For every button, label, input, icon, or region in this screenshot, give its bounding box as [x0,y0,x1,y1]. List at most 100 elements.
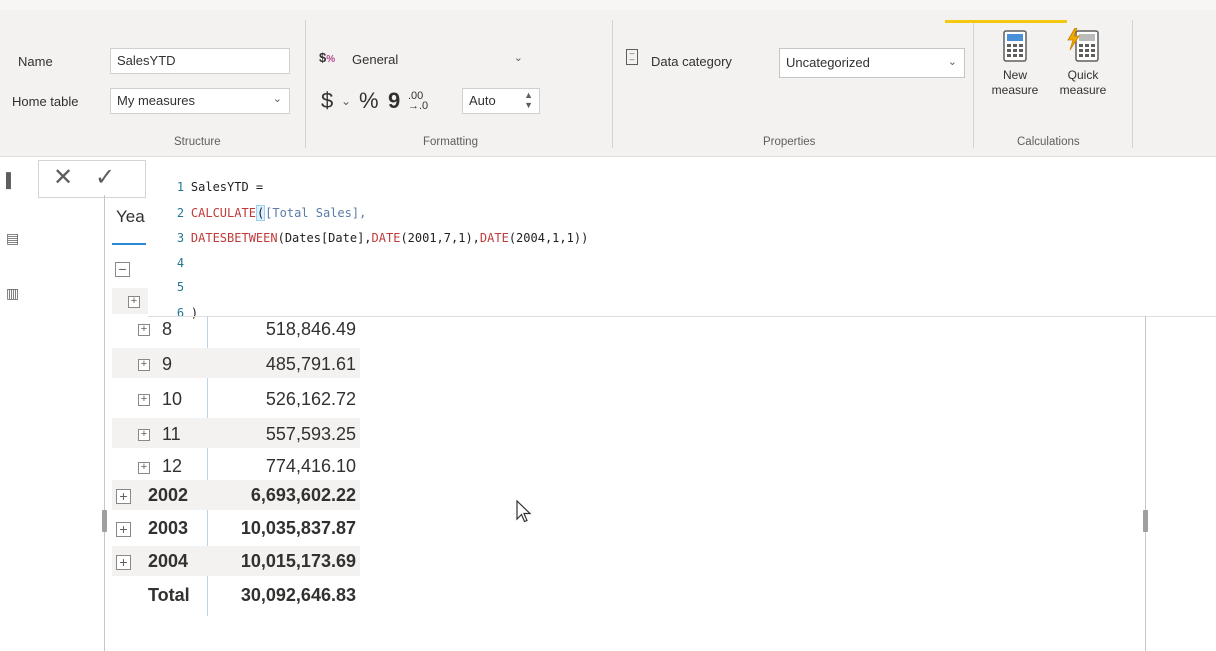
code-text: (2001,7,1), [400,231,480,245]
active-tab-indicator [945,20,1067,23]
expand-icon[interactable]: + [128,296,140,308]
row-value: 6,693,602.22 [250,485,356,505]
code-line-4: 4 [148,242,191,270]
structure-group-label: Structure [174,136,221,148]
row-value: 10,035,837.87 [240,518,356,538]
group-divider [1132,20,1133,148]
row-value: 10,015,173.69 [240,551,356,571]
function-name: DATE [371,231,401,245]
format-icon: $% [319,50,336,65]
code-line-1: 1 SalesYTD = [148,166,263,194]
chevron-down-icon: ⌄ [513,52,523,64]
function-name: DATESBETWEEN [190,231,278,245]
formatting-group-label: Formatting [423,136,478,148]
commit-icon[interactable]: ✓ [95,163,115,192]
code-text: (2004,1,1)) [508,231,589,245]
expand-icon[interactable]: + [116,489,131,504]
visual-border [104,195,105,651]
matrix-column-header-year[interactable]: Yea [116,207,145,227]
row-value: 557,593.25 [265,424,356,444]
format-value: General [352,52,399,67]
data-category-icon: – – [626,49,638,65]
expand-icon[interactable]: + [138,429,150,441]
resize-handle-right[interactable] [1143,510,1148,532]
row-label: 8 [162,319,173,339]
new-measure-label-1: New [1002,68,1027,82]
row-value: 518,846.49 [265,319,356,339]
format-dropdown[interactable]: General ⌄ [346,48,530,74]
total-value: 30,092,646.83 [240,585,356,605]
chevron-down-icon[interactable]: ⌄ [341,94,351,108]
row-label: 2004 [148,551,189,571]
code-line-3: 3 DATESBETWEEN(Dates[Date],DATE(2001,7,1)… [148,217,588,245]
data-category-label: Data category [651,54,732,69]
code-line-6: 6) [148,292,198,320]
mouse-cursor-icon [516,500,532,523]
row-label: 2003 [148,518,189,538]
code-line-2: 2 CALCULATE([Total Sales], [148,192,366,221]
function-name: DATE [479,231,509,245]
new-measure-button[interactable]: New measure [985,30,1045,98]
quick-measure-icon [1067,28,1099,62]
currency-button[interactable]: $ [321,88,333,114]
row-value: 774,416.10 [265,456,356,476]
calculator-icon [1003,30,1027,62]
code-text: (Dates[Date], [277,231,372,245]
expand-icon[interactable]: + [138,394,150,406]
decimal-places-value: Auto [469,93,496,108]
row-label: 2002 [148,485,189,505]
row-label: 11 [162,424,181,444]
row-label: 10 [162,389,183,409]
data-view-icon[interactable]: ▤ [6,230,19,247]
properties-group-label: Properties [763,136,816,148]
chevron-down-icon: ⌄ [272,93,282,105]
model-view-icon[interactable]: ▥ [6,285,19,302]
code-text: ) [190,306,199,320]
data-category-value: Uncategorized [786,55,870,70]
resize-handle-left[interactable] [102,510,107,532]
header-underline [112,243,146,245]
new-measure-label-2: measure [991,83,1039,97]
data-category-dropdown[interactable]: Uncategorized ⌄ [779,48,965,78]
formula-bar-buttons: ✕ ✓ [38,160,146,198]
decrease-decimal-icon[interactable]: .00 →.0 [408,91,428,112]
expand-icon[interactable]: + [116,522,131,537]
row-value: 485,791.61 [265,354,356,374]
name-input-value: SalesYTD [117,53,176,68]
expand-icon[interactable]: + [138,324,150,336]
total-label: Total [148,585,190,605]
quick-measure-label-2: measure [1059,83,1107,97]
quick-measure-label-1: Quick [1067,68,1099,82]
percent-button[interactable]: % [359,88,379,114]
visual-border [1145,316,1146,651]
collapse-icon[interactable]: − [115,262,130,277]
expand-icon[interactable]: + [138,462,150,474]
home-table-label: Home table [12,94,79,109]
quick-measure-button[interactable]: Quick measure [1045,28,1121,98]
group-divider [973,20,974,148]
home-table-dropdown[interactable]: My measures ⌄ [110,88,290,114]
home-table-value: My measures [117,93,196,108]
decimal-places-stepper[interactable]: Auto ▲ ▼ [462,88,540,114]
ribbon-top-strip [0,0,1216,10]
line-number: 6 [176,306,185,320]
expand-icon[interactable]: + [116,555,131,570]
report-view-icon[interactable]: ▌ [6,172,16,188]
chevron-down-icon: ⌄ [947,56,957,68]
row-value: 526,162.72 [265,389,356,409]
expand-icon[interactable]: + [138,359,150,371]
row-label: 12 [162,456,183,476]
name-input[interactable]: SalesYTD [110,48,290,74]
calculations-group-label: Calculations [1017,136,1080,148]
editor-bottom-border [148,316,1216,317]
name-label: Name [18,54,53,69]
ribbon: Name SalesYTD Home table My measures ⌄ S… [0,0,1216,157]
dax-formula-editor[interactable]: 1 SalesYTD = 2 CALCULATE([Total Sales], 3D… [148,164,1148,320]
spinner-icon[interactable]: ▲ ▼ [524,90,533,110]
cancel-icon[interactable]: ✕ [53,163,73,192]
group-divider [612,20,613,148]
group-divider [305,20,306,148]
comma-style-button[interactable]: 9 [388,88,400,114]
row-label: 9 [162,354,173,374]
code-line-5: 5 [148,266,191,294]
